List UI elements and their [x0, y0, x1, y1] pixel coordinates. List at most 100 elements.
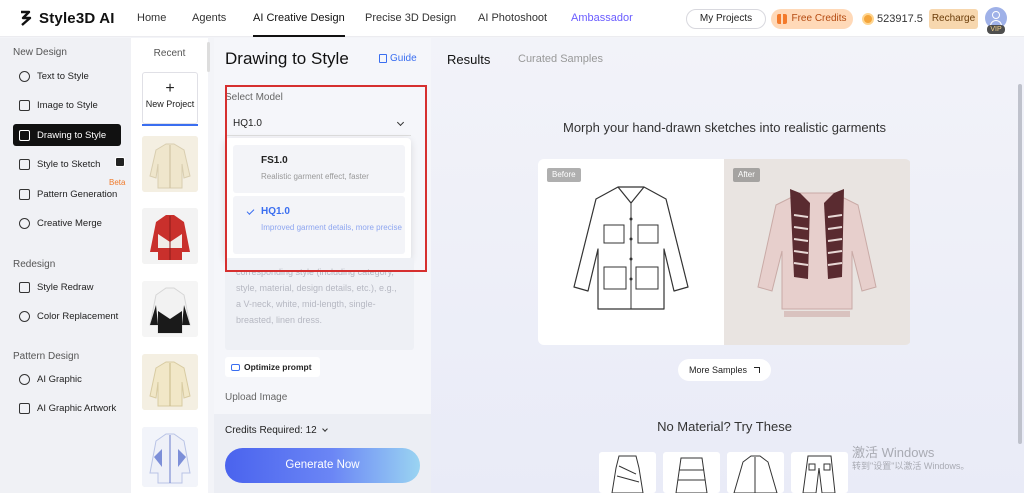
- sample-card: Before After: [538, 159, 911, 345]
- material-sample[interactable]: [791, 452, 848, 493]
- artwork-icon: [19, 402, 30, 414]
- sidebar: New Design Text to Style Image to Style …: [0, 38, 131, 493]
- nav-agents[interactable]: Agents: [192, 0, 226, 37]
- nav-home[interactable]: Home: [137, 0, 166, 37]
- optimize-prompt-button[interactable]: Optimize prompt: [225, 357, 320, 377]
- sketch-jacket-image: [733, 455, 778, 493]
- recent-thumbnail[interactable]: [142, 136, 198, 192]
- after-panel: After: [724, 159, 910, 345]
- sidebar-item-pattern-generation[interactable]: Pattern Generation: [13, 183, 121, 205]
- results-headline: Morph your hand-drawn sketches into real…: [563, 120, 886, 135]
- sketch-pants-image: [802, 455, 836, 493]
- black-white-jacket-image: [142, 281, 198, 337]
- new-project-button[interactable]: + New Project: [142, 72, 198, 124]
- generate-now-button[interactable]: Generate Now: [225, 448, 420, 483]
- style3d-logo-icon: [21, 10, 32, 26]
- new-project-label: New Project: [145, 99, 195, 109]
- results-panel: Results Curated Samples Morph your hand-…: [431, 38, 1024, 493]
- credits-required-label: Credits Required: 12: [225, 425, 317, 436]
- beta-badge: Beta: [109, 178, 126, 187]
- section-pattern-design: Pattern Design: [13, 351, 80, 362]
- material-sample[interactable]: [663, 452, 720, 493]
- text-style-icon: [19, 70, 30, 82]
- recent-thumbnail[interactable]: [142, 354, 198, 410]
- sidebar-item-label: Color Replacement: [37, 310, 119, 322]
- before-panel: Before: [538, 159, 724, 345]
- free-credits-button[interactable]: Free Credits: [771, 9, 853, 29]
- free-credits-label: Free Credits: [791, 13, 847, 24]
- sketch-icon: [19, 158, 30, 170]
- sidebar-item-style-redraw[interactable]: Style Redraw: [13, 276, 121, 298]
- sketch-dress-image: [611, 455, 644, 493]
- credits-required[interactable]: Credits Required: 12: [225, 425, 328, 436]
- sidebar-item-style-to-sketch[interactable]: Style to Sketch: [13, 153, 121, 175]
- nav-precise-3d-design[interactable]: Precise 3D Design: [365, 0, 456, 37]
- user-icon: [992, 11, 1000, 19]
- after-tag: After: [733, 168, 760, 182]
- sidebar-item-label: Style Redraw: [37, 281, 94, 293]
- sidebar-item-label: Pattern Generation: [37, 188, 118, 200]
- guide-link[interactable]: Guide: [379, 53, 417, 64]
- sidebar-item-text-to-style[interactable]: Text to Style: [13, 65, 121, 87]
- external-link-arrow-icon: [754, 367, 761, 373]
- nav-ai-photoshoot[interactable]: AI Photoshoot: [478, 0, 547, 37]
- recent-scrollbar[interactable]: [207, 42, 210, 72]
- image-icon: [19, 99, 30, 111]
- windows-activation-hint: 转到"设置"以激活 Windows。: [852, 461, 970, 471]
- new-project-underline: [142, 124, 198, 126]
- no-material-heading: No Material? Try These: [657, 419, 792, 434]
- more-samples-label: More Samples: [688, 365, 748, 375]
- sidebar-item-ai-graphic[interactable]: AI Graphic: [13, 368, 121, 390]
- sidebar-item-label: AI Graphic: [37, 373, 82, 385]
- paint-bucket-icon: [19, 310, 30, 322]
- brand-logo[interactable]: Style3D AI: [17, 9, 115, 27]
- material-sample[interactable]: [727, 452, 784, 493]
- sidebar-item-ai-graphic-artwork[interactable]: AI Graphic Artwork: [13, 397, 121, 419]
- tab-results[interactable]: Results: [447, 52, 490, 67]
- recent-thumbnail[interactable]: [142, 427, 198, 487]
- results-scrollbar[interactable]: [1018, 84, 1022, 444]
- gift-icon: [777, 14, 788, 24]
- sidebar-item-color-replacement[interactable]: Color Replacement: [13, 305, 121, 327]
- sketch-shirt-image: [573, 186, 689, 310]
- material-sample[interactable]: [599, 452, 656, 493]
- sidebar-item-image-to-style[interactable]: Image to Style: [13, 94, 121, 116]
- brand-name: Style3D AI: [39, 9, 115, 27]
- sidebar-item-label: Image to Style: [37, 99, 98, 111]
- nav-ambassador[interactable]: Ambassador: [571, 0, 633, 37]
- red-white-jacket-image: [142, 208, 198, 264]
- top-bar: Style3D AI Home Agents AI Creative Desig…: [0, 0, 1024, 37]
- recharge-button[interactable]: Recharge: [929, 9, 978, 29]
- optimize-prompt-label: Optimize prompt: [244, 362, 312, 372]
- credit-balance-value: 523917.5: [877, 13, 923, 25]
- rendered-shirt-image: [757, 189, 877, 317]
- sidebar-item-label: Drawing to Style: [37, 129, 107, 141]
- recent-title: Recent: [153, 48, 186, 59]
- blue-white-jacket-image: [142, 427, 198, 487]
- redraw-icon: [19, 281, 30, 293]
- page-title: Drawing to Style: [225, 49, 349, 68]
- shirt-icon: [19, 129, 30, 141]
- before-tag: Before: [547, 168, 581, 182]
- vip-badge: VIP: [987, 25, 1005, 34]
- magic-wand-icon: [231, 363, 240, 371]
- highlight-box: [225, 85, 427, 272]
- sidebar-item-label: Creative Merge: [37, 217, 102, 229]
- sketch-skirt-image: [675, 457, 708, 493]
- recent-thumbnail[interactable]: [142, 208, 198, 264]
- sidebar-item-creative-merge[interactable]: Creative Merge: [13, 212, 121, 234]
- merge-icon: [19, 217, 30, 229]
- sidebar-item-drawing-to-style[interactable]: Drawing to Style: [13, 124, 121, 146]
- more-samples-button[interactable]: More Samples: [678, 359, 771, 381]
- chevron-down-icon: [321, 426, 328, 432]
- tab-curated-samples[interactable]: Curated Samples: [518, 53, 603, 65]
- my-projects-button[interactable]: My Projects: [686, 9, 766, 29]
- recent-thumbnail[interactable]: [142, 281, 198, 337]
- sparkle-icon: [19, 373, 30, 385]
- sidebar-item-label: Style to Sketch: [37, 158, 101, 170]
- section-redesign: Redesign: [13, 259, 56, 270]
- nav-ai-creative-design[interactable]: AI Creative Design: [253, 0, 345, 37]
- cream-coat-image: [142, 354, 198, 410]
- upload-image-label: Upload Image: [225, 392, 288, 403]
- sidebar-item-label: AI Graphic Artwork: [37, 402, 117, 414]
